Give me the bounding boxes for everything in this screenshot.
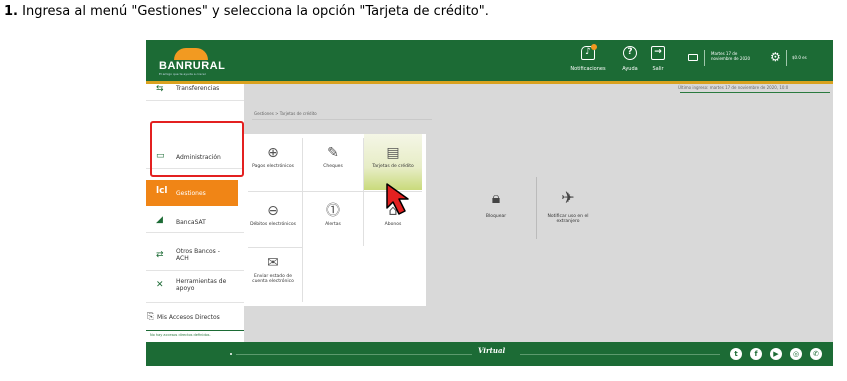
- card-label: Bloquear: [485, 214, 507, 219]
- mail-statement-icon: ✉: [267, 255, 279, 271]
- whatsapp-icon[interactable]: ✆: [810, 348, 822, 360]
- card-icon[interactable]: [688, 54, 698, 61]
- gestiones-submenu: ⊕ Pagos electrónicos ✎ Cheques ▤ Tarjeta…: [244, 134, 426, 306]
- submenu-label: Débitos electrónicos: [250, 222, 296, 227]
- header-accent-line: [146, 81, 833, 84]
- submenu-label: Abonos: [384, 222, 402, 227]
- welcome-underline: [680, 92, 830, 93]
- exit-label: Salir: [652, 66, 664, 72]
- header-divider: [704, 50, 705, 66]
- notification-badge: [591, 44, 597, 50]
- header-divider: [786, 50, 787, 66]
- app-footer: Virtual t f ▶ ◎ ✆: [146, 342, 833, 366]
- tools-icon: ✕: [156, 280, 164, 290]
- app-header: BANRURAL El amigo que te ayuda a crecer …: [146, 40, 833, 82]
- logo-text: BANRURAL: [159, 60, 226, 72]
- card-notificar-extranjero[interactable]: ✈ Notificar uso en el extranjero: [538, 188, 598, 225]
- breadcrumb: Gestiones > Tarjetas de crédito: [254, 111, 317, 116]
- sidebar-item-label: Otros Bancos - ACH: [176, 248, 220, 262]
- footer-brand: Virtual: [478, 346, 506, 355]
- alert-icon: ⓵: [326, 203, 340, 219]
- youtube-icon[interactable]: ▶: [770, 348, 782, 360]
- submenu-debitos-electronicos[interactable]: ⊖ Débitos electrónicos: [244, 192, 302, 248]
- logo-sun-icon: [174, 48, 208, 60]
- screenshot-frame: BANRURAL El amigo que te ayuda a crecer …: [146, 40, 833, 366]
- header-last-login: Martes 17 de noviembre de 2020: [711, 51, 751, 61]
- bancasat-icon: ◢: [156, 215, 163, 225]
- exit-icon: →: [651, 46, 665, 60]
- sidebar-divider: [146, 330, 244, 331]
- footer-line: [520, 354, 720, 355]
- sidebar-item-label: Transferencias: [176, 85, 220, 92]
- pointer-cursor-icon: [386, 183, 409, 215]
- sidebar-divider: [146, 302, 244, 303]
- sidebar-item-label: BancaSAT: [176, 219, 206, 226]
- submenu-alertas[interactable]: ⓵ Alertas: [304, 192, 362, 248]
- submenu-label: Enviar estado de cuenta electrónico: [252, 274, 294, 284]
- no-shortcuts-text: No hay accesos directos definidos.: [150, 333, 211, 337]
- submenu-label: Cheques: [323, 164, 343, 169]
- help-icon: ?: [623, 46, 637, 60]
- sidebar-divider: [146, 270, 244, 271]
- submenu-label: Tarjetas de crédito: [372, 164, 414, 169]
- submenu-label: Alertas: [325, 222, 341, 227]
- ach-icon: ⇄: [156, 250, 164, 260]
- facebook-icon[interactable]: f: [750, 348, 762, 360]
- sidebar-item-transferencias[interactable]: ⇆ Transferencias: [146, 84, 244, 98]
- banrural-logo[interactable]: BANRURAL El amigo que te ayuda a crecer: [156, 48, 225, 76]
- logo-tagline: El amigo que te ayuda a crecer: [159, 72, 206, 76]
- step-text: Ingresa al menú "Gestiones" y selecciona…: [17, 4, 489, 19]
- breadcrumb-underline: [252, 119, 432, 120]
- last-login-text: Último ingreso: martes 17 de noviembre d…: [678, 85, 789, 90]
- settings-gear-icon[interactable]: ⚙: [770, 51, 781, 63]
- submenu-divider: [302, 138, 303, 302]
- debits-icon: ⊖: [267, 203, 279, 219]
- instruction-text: 1. Ingresa al menú "Gestiones" y selecci…: [4, 4, 489, 19]
- credit-card-icon: ▤: [386, 145, 400, 161]
- sidebar-item-accesos-directos[interactable]: ⎘ Mis Accesos Directos: [146, 312, 244, 326]
- gestiones-icon: lcl: [156, 186, 168, 196]
- instagram-icon[interactable]: ◎: [790, 348, 802, 360]
- sidebar-item-herramientas[interactable]: ✕ Herramientas de apoyo: [146, 278, 244, 298]
- submenu-pagos-electronicos[interactable]: ⊕ Pagos electrónicos: [244, 134, 302, 190]
- cheque-icon: ✎: [327, 145, 339, 161]
- sidebar-item-bancasat[interactable]: ◢ BancaSAT: [146, 214, 244, 228]
- sidebar-divider: [146, 100, 244, 101]
- footer-dot: [230, 353, 232, 355]
- sidebar-divider: [146, 232, 244, 233]
- submenu-cheques[interactable]: ✎ Cheques: [304, 134, 362, 190]
- payments-icon: ⊕: [267, 145, 279, 161]
- twitter-icon[interactable]: t: [730, 348, 742, 360]
- lock-icon: 🔒︎: [491, 188, 501, 207]
- sidebar-item-otros-bancos[interactable]: ⇄ Otros Bancos - ACH: [146, 248, 244, 268]
- airplane-icon: ✈: [561, 188, 575, 207]
- transfer-icon: ⇆: [156, 84, 164, 94]
- step-number: 1.: [4, 4, 18, 19]
- card-bloquear[interactable]: 🔒︎ Bloquear: [466, 188, 526, 220]
- sidebar-item-gestiones[interactable]: lcl Gestiones: [146, 180, 238, 206]
- shortcuts-icon: ⎘: [147, 312, 155, 322]
- header-balance: $0.0 es: [792, 55, 807, 60]
- card-label: Notificar uso en el extranjero: [547, 214, 589, 224]
- notifications-label: Notificaciones: [570, 66, 606, 72]
- cards-divider: [536, 177, 537, 239]
- footer-line: [236, 354, 472, 355]
- submenu-enviar-estado[interactable]: ✉ Enviar estado de cuenta electrónico: [244, 248, 302, 306]
- sidebar-item-label: Gestiones: [176, 190, 206, 197]
- exit-button[interactable]: → Salir: [640, 46, 676, 72]
- sidebar-item-label: Herramientas de apoyo: [176, 278, 227, 292]
- sidebar-item-label: Mis Accesos Directos: [157, 314, 220, 321]
- notifications-button[interactable]: ♪ Notificaciones: [570, 44, 606, 72]
- submenu-label: Pagos electrónicos: [252, 164, 294, 169]
- highlight-box: [150, 121, 244, 177]
